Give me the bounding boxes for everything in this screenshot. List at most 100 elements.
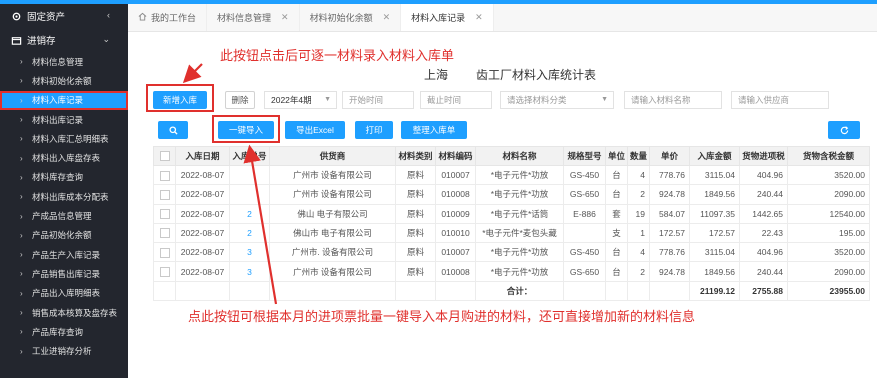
end-time-input[interactable]: 截止时间	[420, 91, 492, 109]
cell-no[interactable]	[229, 164, 270, 186]
row-select-cell[interactable]	[153, 242, 176, 263]
column-header[interactable]: 数量	[627, 146, 650, 166]
cell-name: *电子元件*功放	[475, 242, 564, 263]
sidebar-item-production-inbound[interactable]: › 产品生产入库记录	[0, 245, 128, 264]
cell-name: *电子元件*功放	[475, 261, 564, 282]
row-checkbox[interactable]	[159, 228, 170, 239]
cell-total: 3520.00	[787, 164, 870, 186]
sidebar-item-product-stock-query[interactable]: › 产品库存查询	[0, 322, 128, 341]
sidebar-item-cost-allocation[interactable]: › 材料出库成本分配表	[0, 187, 128, 206]
row-select-cell[interactable]	[153, 203, 176, 224]
tab-material-init-balance[interactable]: 材料初始化余额 ✕	[300, 4, 402, 31]
sidebar-item-product-init-balance[interactable]: › 产品初始化余额	[0, 226, 128, 245]
row-select-cell[interactable]	[153, 164, 176, 186]
column-header[interactable]: 规格型号	[563, 146, 606, 166]
organize-inbound-button[interactable]: 整理入库单	[401, 121, 467, 139]
supplier-input[interactable]: 请输入供应商	[731, 91, 829, 109]
column-header[interactable]: 材料编码	[435, 146, 476, 166]
cell-price: 584.07	[649, 203, 690, 224]
sidebar-item-sales-cost[interactable]: › 销售成本核算及盘存表	[0, 303, 128, 322]
cell-no[interactable]: 3	[229, 242, 270, 263]
tab-material-inbound[interactable]: 材料入库记录 ✕	[401, 4, 494, 31]
row-select-cell[interactable]	[153, 261, 176, 282]
column-header[interactable]: 货物进项税	[739, 146, 788, 166]
cell-tax: 240.44	[739, 261, 788, 282]
table-row[interactable]: 2022-08-07 3 广州市 设备有限公司 原料 010008 *电子元件*功放 GS-…	[153, 261, 870, 282]
close-icon[interactable]: ✕	[383, 12, 391, 23]
annotation-bottom: 点此按钮可根据本月的进项票批量一键导入本月购进的材料，还可直接增加新的材料信息	[188, 309, 696, 324]
row-checkbox[interactable]	[159, 189, 170, 200]
refresh-button[interactable]	[828, 121, 860, 139]
sidebar-item-material-info[interactable]: › 材料信息管理	[0, 52, 128, 71]
cell-date: 2022-08-07	[175, 261, 230, 282]
sidebar-item-product-info[interactable]: › 产成品信息管理	[0, 206, 128, 225]
tab-workbench[interactable]: 我的工作台	[128, 4, 208, 31]
start-time-input[interactable]: 开始时间	[342, 91, 414, 109]
category-select[interactable]: 请选择材料分类 ▼	[500, 91, 614, 109]
table-row[interactable]: 2022-08-07 2 佛山市 电子有限公司 原料 010010 *电子元件*麦包头藏 支…	[153, 222, 870, 244]
chevron-right-icon: ›	[20, 95, 23, 105]
add-inbound-button[interactable]: 新增入库	[153, 91, 207, 109]
cell-no[interactable]: 2	[229, 203, 270, 224]
row-checkbox[interactable]	[159, 267, 170, 277]
export-excel-button[interactable]: 导出Excel	[285, 121, 345, 139]
cell-date: 2022-08-07	[175, 184, 230, 205]
column-header[interactable]: 材料类别	[395, 146, 436, 166]
sidebar-group-fixed-assets[interactable]: 固定资产 ‹	[0, 4, 128, 28]
column-header[interactable]: 单位	[605, 146, 628, 166]
select-all-cell[interactable]	[153, 146, 176, 166]
cell-no[interactable]	[229, 184, 270, 205]
column-header[interactable]: 单价	[649, 146, 690, 166]
sidebar-item-industrial-analysis[interactable]: › 工业进销存分析	[0, 341, 128, 360]
sidebar-item-material-inbound-records[interactable]: › 材料入库记录	[0, 90, 128, 110]
cell-cat: 原料	[395, 164, 436, 186]
material-name-input[interactable]: 请输入材料名称	[624, 91, 722, 109]
cell-total: 2090.00	[787, 261, 870, 282]
row-select-cell[interactable]	[153, 184, 176, 205]
cell-spec: GS-450	[563, 164, 606, 186]
chevron-right-icon: ›	[20, 346, 23, 356]
cell-qty: 4	[627, 164, 650, 186]
delete-button[interactable]: 删除	[225, 91, 255, 109]
close-icon[interactable]: ✕	[475, 12, 483, 23]
period-select[interactable]: 2022年4期 ▼	[264, 91, 337, 109]
chevron-right-icon: ›	[20, 153, 23, 163]
column-header[interactable]: 入库日期	[175, 146, 230, 166]
cell-no[interactable]: 3	[229, 261, 270, 282]
tab-material-info[interactable]: 材料信息管理 ✕	[207, 4, 300, 31]
sidebar-item-inbound-summary[interactable]: › 材料入库汇总明细表	[0, 129, 128, 148]
sidebar-item-label: 材料库存查询	[32, 172, 84, 183]
column-header[interactable]: 入库单号	[229, 146, 270, 166]
cell-no[interactable]: 2	[229, 222, 270, 244]
search-button[interactable]	[158, 121, 188, 139]
sidebar-item-label: 材料出库成本分配表	[32, 191, 109, 202]
column-header[interactable]: 供货商	[269, 146, 396, 166]
chevron-right-icon: ›	[20, 269, 23, 279]
table-row[interactable]: 2022-08-07 广州市 设备有限公司 原料 010008 *电子元件*功放 GS-6…	[153, 184, 870, 205]
row-checkbox[interactable]	[159, 247, 170, 258]
chevron-right-icon: ›	[20, 76, 23, 86]
sidebar-item-material-init-balance[interactable]: › 材料初始化余额	[0, 71, 128, 90]
chevron-right-icon: ›	[20, 308, 23, 317]
sidebar-item-material-outbound-records[interactable]: › 材料出库记录	[0, 110, 128, 129]
row-checkbox[interactable]	[159, 209, 170, 220]
column-header[interactable]: 货物含税金额	[787, 146, 870, 166]
column-header[interactable]: 材料名称	[475, 146, 564, 166]
sidebar-item-sales-outbound[interactable]: › 产品销售出库记录	[0, 264, 128, 283]
sidebar-item-stocktake[interactable]: › 材料出入库盘存表	[0, 148, 128, 167]
row-checkbox[interactable]	[159, 170, 170, 181]
row-select-cell[interactable]	[153, 222, 176, 244]
table-row[interactable]: 2022-08-07 广州市 设备有限公司 原料 010007 *电子元件*功放 GS-4…	[153, 164, 870, 186]
sidebar-item-product-detail[interactable]: › 产品出入库明细表	[0, 284, 128, 303]
sidebar-item-label: 产品生产入库记录	[32, 249, 101, 260]
one-click-import-button[interactable]: 一键导入	[218, 121, 274, 139]
print-button[interactable]: 打印	[355, 121, 393, 139]
table-row[interactable]: 2022-08-07 3 广州市. 设备有限公司 原料 010007 *电子元件*功放 GS…	[153, 242, 870, 263]
table-row[interactable]: 2022-08-07 2 佛山 电子有限公司 原料 010009 *电子元件*话筒 E-88…	[153, 203, 870, 224]
close-icon[interactable]: ✕	[281, 12, 289, 23]
select-all-checkbox[interactable]	[159, 151, 170, 162]
sidebar-group-inventory[interactable]: 进销存 ⌄	[0, 28, 128, 52]
sidebar-item-material-stock-query[interactable]: › 材料库存查询	[0, 168, 128, 187]
column-header[interactable]: 入库金额	[689, 146, 740, 166]
search-icon	[168, 125, 178, 135]
